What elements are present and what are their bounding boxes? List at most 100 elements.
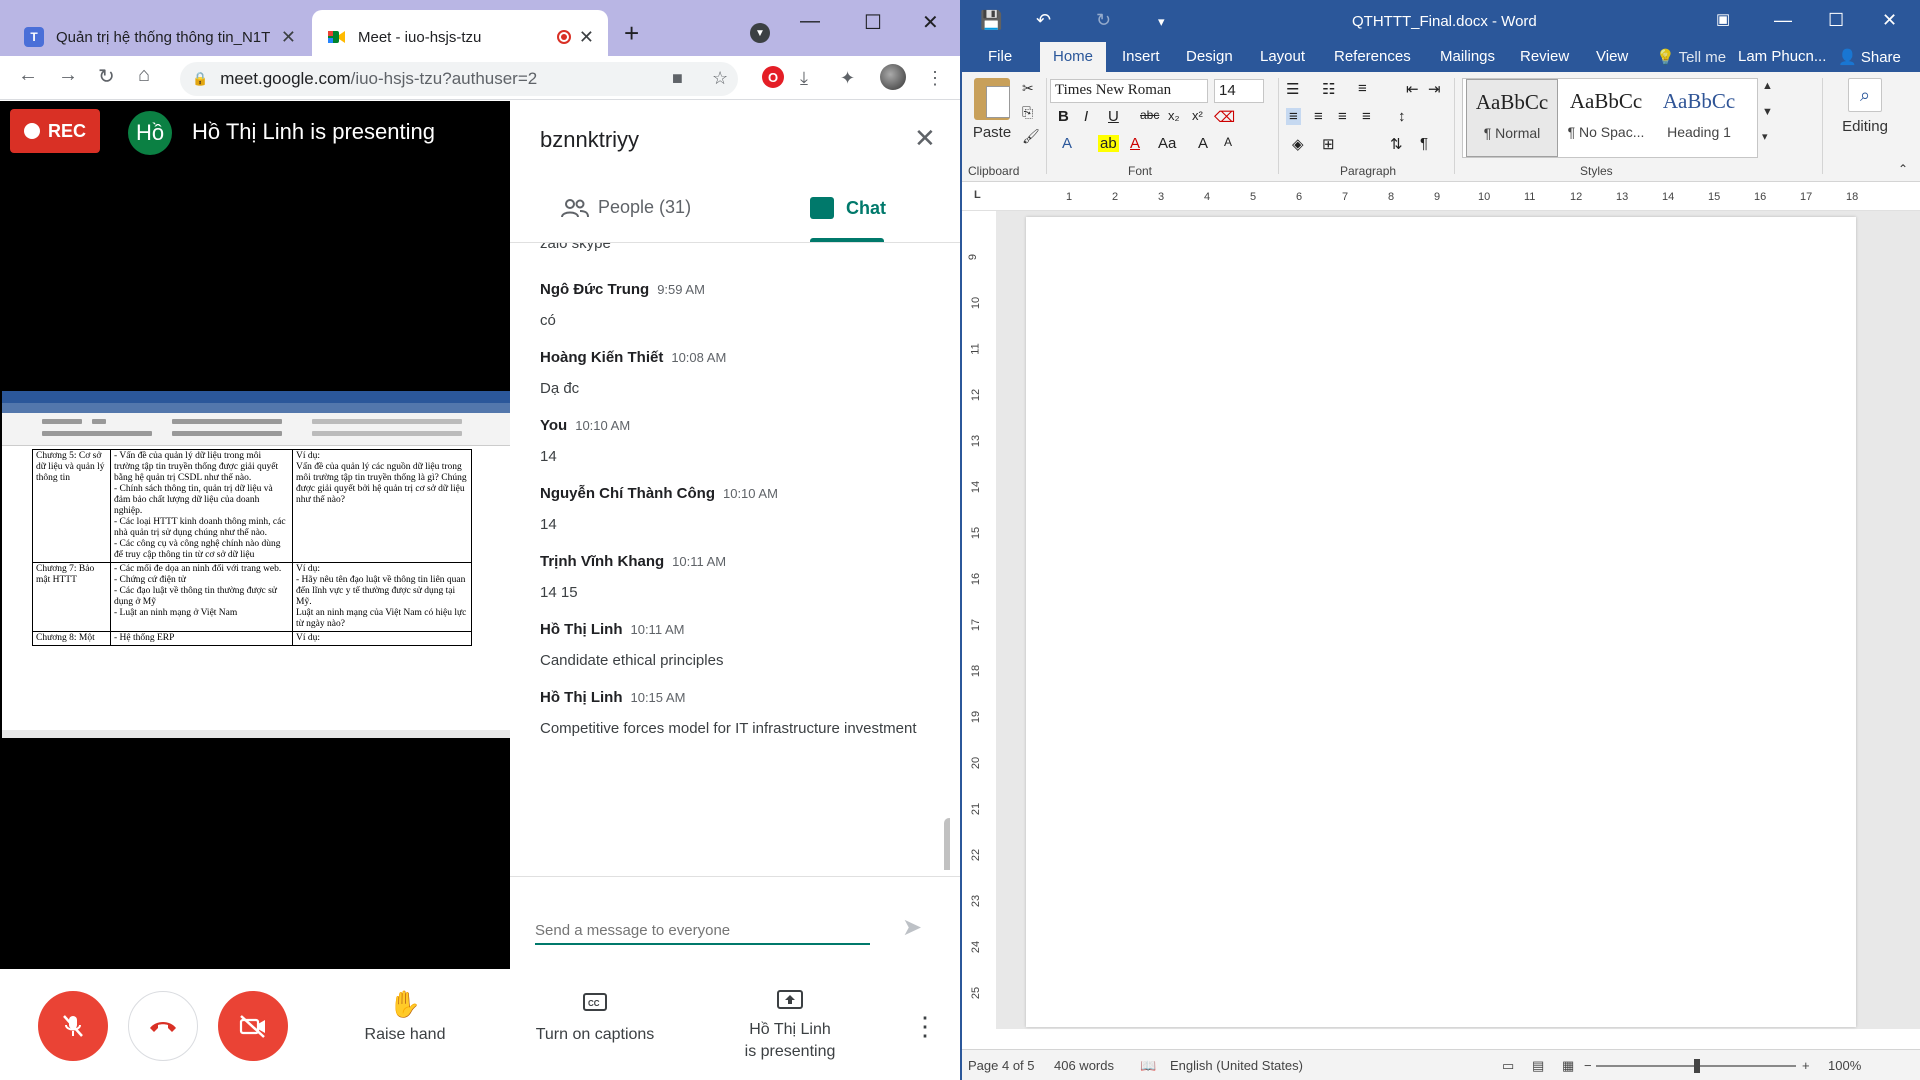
font-name-box[interactable]: Times New Roman [1050, 79, 1208, 103]
maximize-icon[interactable]: ☐ [1828, 10, 1844, 31]
undo-icon[interactable]: ↶ [1036, 10, 1051, 31]
address-bar[interactable]: 🔒 meet.google.com/iuo-hsjs-tzu?authuser=… [180, 62, 738, 96]
paste-button[interactable]: Paste [970, 78, 1014, 141]
shading-icon[interactable]: ◈ [1292, 135, 1304, 153]
web-layout-icon[interactable]: ▦ [1562, 1058, 1574, 1074]
redo-icon[interactable]: ↻ [1096, 10, 1111, 31]
word-count[interactable]: 406 words [1054, 1058, 1114, 1073]
grow-font-icon[interactable]: A [1198, 135, 1208, 152]
bullets-icon[interactable]: ☰ [1286, 80, 1299, 98]
tab-insert[interactable]: Insert [1122, 48, 1160, 65]
camera-icon[interactable]: ■ [672, 68, 683, 89]
close-tab-icon[interactable]: ✕ [579, 27, 594, 48]
sort-icon[interactable]: ⇅ [1390, 135, 1403, 153]
ribbon-options-icon[interactable]: ▣ [1716, 10, 1730, 28]
back-icon[interactable]: ← [18, 64, 38, 87]
chat-input[interactable] [535, 917, 870, 945]
raise-hand-button[interactable]: ✋ Raise hand [360, 989, 450, 1044]
zoom-level[interactable]: 100% [1828, 1058, 1861, 1073]
captions-button[interactable]: CC Turn on captions [520, 989, 670, 1044]
borders-icon[interactable]: ⊞ [1322, 135, 1335, 153]
editing-button[interactable]: ⌕ Editing [1830, 78, 1900, 135]
close-tab-icon[interactable]: ✕ [281, 27, 296, 48]
send-icon[interactable]: ➤ [902, 913, 922, 942]
styles-more-icon[interactable]: ▾ [1762, 130, 1768, 143]
maximize-icon[interactable]: ☐ [864, 10, 882, 35]
zoom-slider[interactable] [1596, 1059, 1796, 1073]
zoom-out-icon[interactable]: − [1584, 1058, 1592, 1073]
leave-call-button[interactable] [128, 991, 198, 1061]
mic-off-button[interactable] [38, 991, 108, 1061]
cut-icon[interactable]: ✂ [1022, 80, 1034, 97]
tab-home[interactable]: Home [1040, 42, 1106, 72]
tab-design[interactable]: Design [1186, 48, 1233, 65]
forward-icon[interactable]: → [58, 64, 78, 87]
clear-formatting-icon[interactable]: ⌫ [1214, 108, 1235, 126]
camera-off-button[interactable] [218, 991, 288, 1061]
home-icon[interactable]: ⌂ [138, 64, 150, 87]
close-window-icon[interactable]: ✕ [922, 10, 939, 35]
shrink-font-icon[interactable]: A [1224, 135, 1232, 149]
star-icon[interactable]: ☆ [712, 68, 728, 89]
tell-me-search[interactable]: 💡 Tell me [1656, 48, 1726, 66]
close-panel-icon[interactable]: ✕ [914, 123, 936, 154]
collapse-ribbon-icon[interactable]: ⌃ [1898, 162, 1908, 176]
tab-review[interactable]: Review [1520, 48, 1569, 65]
customize-toolbar-icon[interactable]: ▾ [1158, 14, 1165, 30]
multilevel-list-icon[interactable]: ≡ [1358, 80, 1367, 97]
change-case-icon[interactable]: Aa [1158, 135, 1176, 152]
account-name[interactable]: Lam Phucn... [1738, 48, 1826, 65]
new-tab-button[interactable]: + [624, 18, 639, 49]
align-right-button[interactable]: ≡ [1338, 108, 1347, 125]
tab-file[interactable]: File [988, 48, 1012, 65]
tab-people[interactable]: People (31) [560, 197, 691, 218]
tab-references[interactable]: References [1334, 48, 1411, 65]
page-count[interactable]: Page 4 of 5 [968, 1058, 1035, 1073]
text-effects-icon[interactable]: A [1062, 135, 1072, 152]
tab-search-icon[interactable]: ▼ [750, 23, 770, 43]
styles-scroll-down-icon[interactable]: ▼ [1762, 106, 1773, 118]
read-mode-icon[interactable]: ▭ [1502, 1058, 1514, 1074]
tab-chat[interactable]: Chat [810, 197, 886, 219]
opera-extension-icon[interactable]: O [762, 66, 784, 88]
more-options-icon[interactable]: ⋮ [912, 1011, 938, 1042]
minimize-icon[interactable]: — [1774, 10, 1792, 31]
proofing-icon[interactable]: 📖 [1140, 1058, 1156, 1074]
italic-button[interactable]: I [1084, 108, 1088, 125]
style-no-spacing[interactable]: AaBbCc ¶ No Spac... [1560, 79, 1652, 157]
share-button[interactable]: 👤 Share [1838, 48, 1901, 66]
document-page[interactable] [1026, 217, 1856, 1027]
document-canvas[interactable] [996, 211, 1920, 1029]
close-window-icon[interactable]: ✕ [1882, 10, 1897, 31]
underline-button[interactable]: U [1108, 108, 1119, 125]
increase-indent-icon[interactable]: ⇥ [1428, 80, 1441, 98]
chat-scrollbar[interactable] [944, 818, 950, 870]
minimize-icon[interactable]: — [800, 10, 820, 33]
tab-layout[interactable]: Layout [1260, 48, 1305, 65]
reload-icon[interactable]: ↻ [98, 64, 115, 89]
print-layout-icon[interactable]: ▤ [1532, 1058, 1544, 1074]
zoom-slider-knob[interactable] [1694, 1059, 1700, 1073]
format-painter-icon[interactable]: 🖌 [1022, 128, 1040, 145]
superscript-button[interactable]: x² [1192, 108, 1203, 123]
save-icon[interactable]: 💾 [980, 10, 1002, 31]
numbering-icon[interactable]: ☷ [1322, 80, 1335, 98]
subscript-button[interactable]: x₂ [1168, 108, 1180, 123]
highlight-icon[interactable]: ab [1098, 135, 1119, 152]
tab-view[interactable]: View [1596, 48, 1628, 65]
styles-scroll-up-icon[interactable]: ▲ [1762, 80, 1773, 92]
align-center-button[interactable]: ≡ [1314, 108, 1323, 125]
tab-selector-icon[interactable]: L [974, 189, 981, 201]
strikethrough-button[interactable]: abc [1140, 108, 1159, 122]
profile-avatar[interactable] [880, 64, 906, 90]
decrease-indent-icon[interactable]: ⇤ [1406, 80, 1419, 98]
presenting-button[interactable]: Hồ Thị Linh is presenting [720, 989, 860, 1063]
language[interactable]: English (United States) [1170, 1058, 1303, 1073]
download-icon[interactable]: ⤓ [800, 68, 808, 89]
zoom-in-icon[interactable]: + [1802, 1058, 1810, 1073]
puzzle-icon[interactable]: ✦ [840, 68, 855, 89]
align-left-button[interactable]: ≡ [1286, 108, 1301, 125]
tab-mailings[interactable]: Mailings [1440, 48, 1495, 65]
font-size-box[interactable]: 14 [1214, 79, 1264, 103]
kebab-menu-icon[interactable]: ⋮ [926, 68, 944, 89]
